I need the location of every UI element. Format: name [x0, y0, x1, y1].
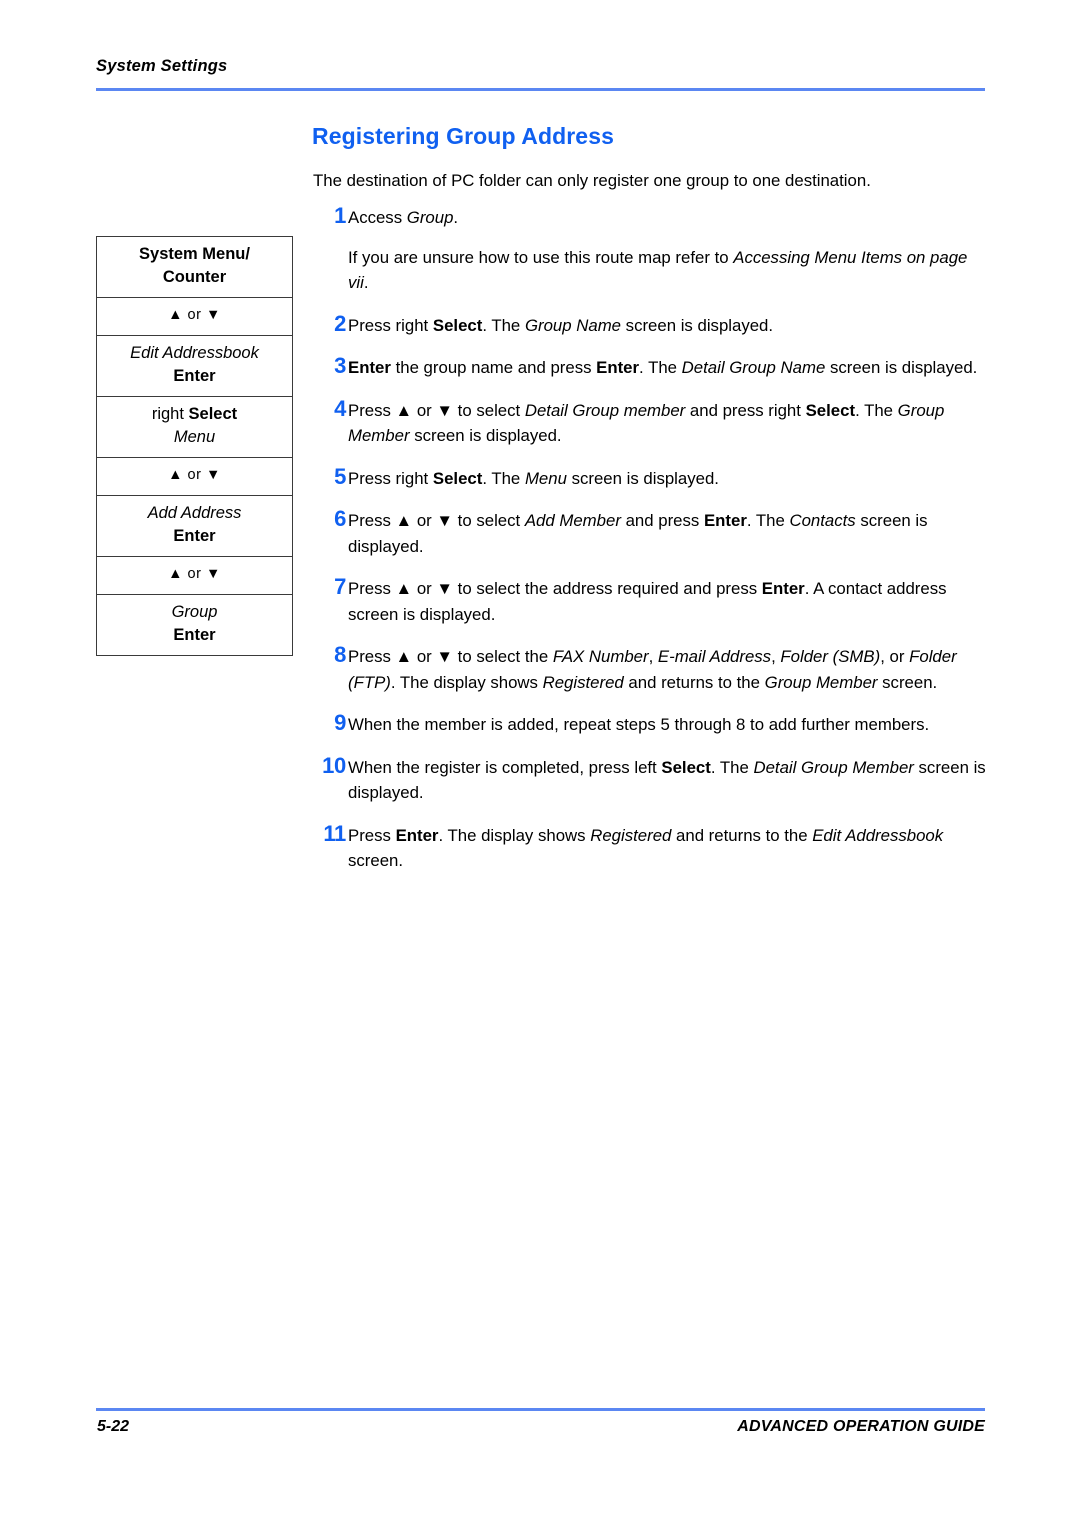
route-map-line: Edit Addressbook: [130, 344, 259, 362]
step-item: 5 Press right Select. The Menu screen is…: [312, 464, 992, 492]
up-down-arrow-icon: ▲ or ▼: [168, 307, 221, 323]
step-text: When the member is added, repeat steps 5…: [348, 715, 930, 734]
step-item: 6 Press ▲ or ▼ to select Add Member and …: [312, 506, 992, 559]
step-subtext: If you are unsure how to use this route …: [348, 247, 968, 293]
route-map-line: Add Address: [147, 504, 242, 522]
route-map-row: System Menu/ Counter: [97, 237, 292, 298]
step-text: Press ▲ or ▼ to select Detail Group memb…: [348, 400, 945, 446]
step-number: 9: [334, 710, 346, 735]
route-map-row: Add Address Enter: [97, 496, 292, 557]
step-item: 8 Press ▲ or ▼ to select the FAX Number,…: [312, 642, 992, 695]
route-map-row: ▲ or ▼: [97, 458, 292, 496]
intro-paragraph: The destination of PC folder can only re…: [313, 171, 871, 190]
header-divider: [96, 88, 985, 91]
route-map-line: Enter: [173, 527, 216, 545]
footer-divider: [96, 1408, 985, 1411]
step-number: 11: [323, 820, 346, 846]
step-item: 4 Press ▲ or ▼ to select Detail Group me…: [312, 396, 992, 449]
guide-title: ADVANCED OPERATION GUIDE: [737, 1418, 985, 1435]
route-map-row: ▲ or ▼: [97, 557, 292, 595]
step-text: Press right Select. The Group Name scree…: [348, 315, 774, 335]
running-header-title: System Settings: [96, 57, 228, 75]
step-text: Press ▲ or ▼ to select the FAX Number, E…: [348, 647, 957, 692]
step-number: 7: [334, 574, 346, 599]
step-text: Enter the group name and press Enter. Th…: [348, 358, 978, 377]
step-item: 1 Access Group. If you are unsure how to…: [312, 203, 992, 296]
route-map-line: Enter: [173, 626, 216, 644]
route-map-line: Enter: [173, 367, 216, 385]
route-map-table: System Menu/ Counter ▲ or ▼ Edit Address…: [96, 236, 293, 656]
route-map-line: Counter: [162, 268, 227, 286]
route-map-line-key: Select: [188, 405, 238, 423]
step-list: 1 Access Group. If you are unsure how to…: [312, 203, 992, 891]
step-number: 10: [322, 752, 346, 778]
route-map-line: Group: [171, 603, 218, 621]
step-item: 2 Press right Select. The Group Name scr…: [312, 311, 992, 339]
step-number: 3: [334, 353, 346, 378]
page-title: Registering Group Address: [312, 123, 614, 149]
route-map-line: Menu: [173, 428, 216, 446]
route-map-line: System Menu/: [139, 245, 250, 263]
route-map-row: right Select Menu: [97, 397, 292, 458]
step-text: When the register is completed, press le…: [348, 757, 986, 803]
manual-page: System Settings Registering Group Addres…: [0, 0, 1080, 1528]
route-map-line-prefix: right: [151, 405, 189, 423]
up-down-arrow-icon: ▲ or ▼: [168, 566, 221, 582]
route-map-row: Edit Addressbook Enter: [97, 336, 292, 397]
running-header: System Settings: [96, 56, 986, 76]
step-item: 9 When the member is added, repeat steps…: [312, 710, 992, 738]
route-map-row: Group Enter: [97, 595, 292, 655]
step-number: 5: [334, 463, 346, 489]
step-text: Access Group.: [348, 208, 459, 227]
step-item: 11 Press Enter. The display shows Regist…: [312, 821, 992, 874]
step-number: 6: [334, 506, 346, 531]
route-map-row: ▲ or ▼: [97, 298, 292, 336]
step-text: Press right Select. The Menu screen is d…: [348, 468, 719, 488]
step-item: 7 Press ▲ or ▼ to select the address req…: [312, 574, 992, 627]
step-number: 1: [334, 203, 346, 228]
up-down-arrow-icon: ▲ or ▼: [168, 467, 221, 483]
step-item: 10 When the register is completed, press…: [312, 753, 992, 806]
step-number: 8: [334, 642, 346, 667]
step-text: Press ▲ or ▼ to select Add Member and pr…: [348, 511, 928, 556]
step-number: 4: [334, 395, 346, 421]
step-text: Press Enter. The display shows Registere…: [348, 825, 944, 871]
route-map-line: right Select: [101, 403, 288, 426]
step-number: 2: [334, 310, 346, 336]
step-item: 3 Enter the group name and press Enter. …: [312, 353, 992, 381]
step-text: Press ▲ or ▼ to select the address requi…: [348, 579, 947, 624]
